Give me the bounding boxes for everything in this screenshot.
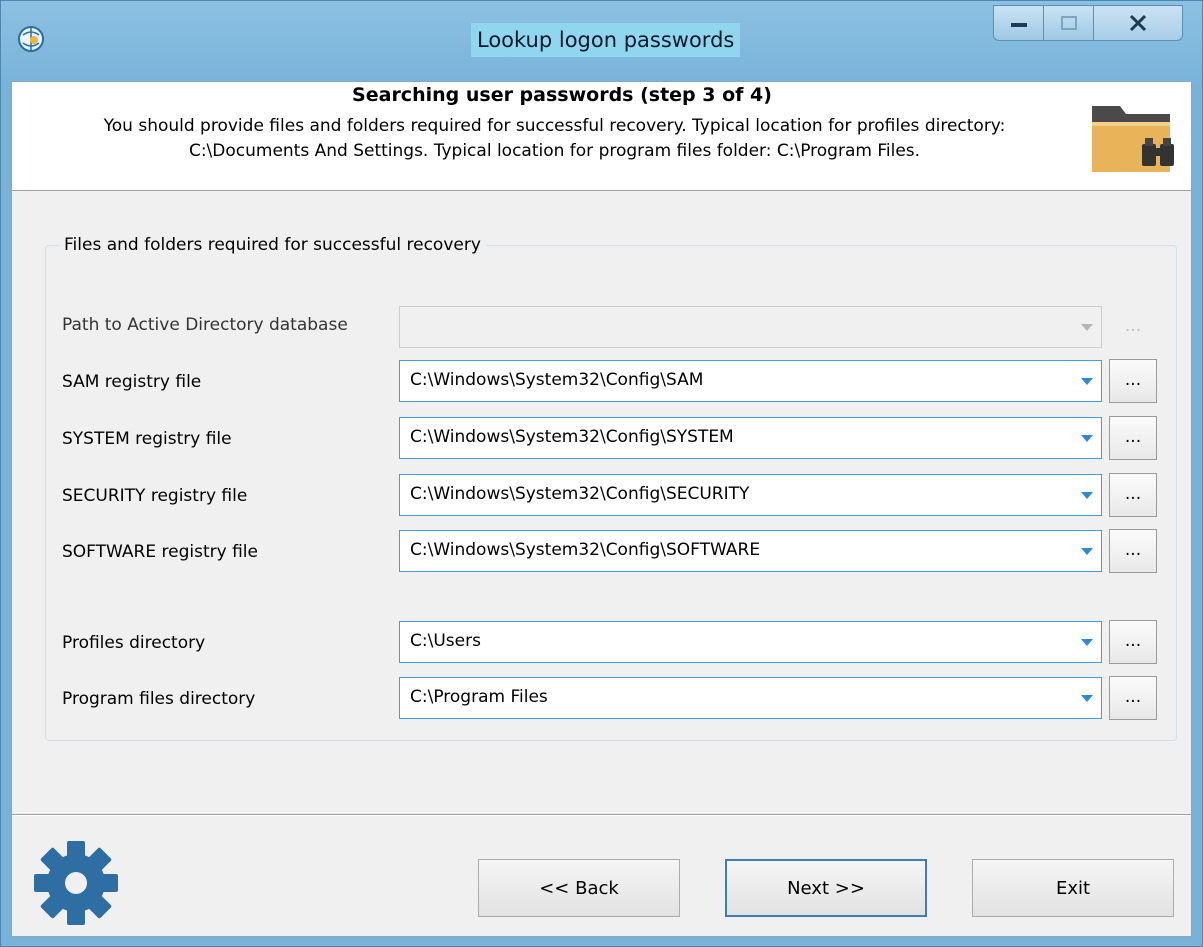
next-button-label: Next >> (787, 877, 865, 899)
security-file-value: C:\Windows\System32\Config\SECURITY (410, 484, 750, 504)
step-description: You should provide files and folders req… (32, 114, 1077, 164)
chevron-down-icon[interactable] (1081, 435, 1093, 442)
profiles-directory-combo[interactable]: C:\Users (399, 621, 1102, 663)
folder-binoculars-icon (1092, 106, 1174, 172)
wizard-header: Searching user passwords (step 3 of 4) Y… (12, 82, 1191, 191)
ad-database-combo (399, 306, 1102, 348)
profiles-directory-value: C:\Users (410, 631, 481, 651)
sam-file-browse-button[interactable]: ... (1109, 359, 1157, 403)
chevron-down-icon[interactable] (1081, 378, 1093, 385)
chevron-down-icon[interactable] (1081, 548, 1093, 555)
security-file-combo[interactable]: C:\Windows\System32\Config\SECURITY (399, 474, 1102, 516)
security-file-browse-button[interactable]: ... (1109, 473, 1157, 517)
footer-divider (12, 814, 1191, 816)
chevron-down-icon (1081, 324, 1093, 331)
security-file-label: SECURITY registry file (62, 486, 248, 506)
program-files-combo[interactable]: C:\Program Files (399, 677, 1102, 719)
program-files-label: Program files directory (62, 689, 256, 709)
ad-database-browse-button: ... (1124, 316, 1142, 336)
sam-file-label: SAM registry file (62, 372, 202, 392)
exit-button-label: Exit (1055, 877, 1091, 899)
title-bar[interactable]: Lookup logon passwords (1, 1, 1202, 81)
chevron-down-icon[interactable] (1081, 639, 1093, 646)
chevron-down-icon[interactable] (1081, 695, 1093, 702)
back-button[interactable]: << Back (478, 859, 680, 917)
minimize-icon (1011, 23, 1027, 27)
description-line-2: C:\Documents And Settings. Typical locat… (188, 141, 921, 161)
software-file-combo[interactable]: C:\Windows\System32\Config\SOFTWARE (399, 530, 1102, 572)
software-file-label: SOFTWARE registry file (62, 542, 258, 562)
group-title: Files and folders required for successfu… (59, 235, 486, 255)
sam-file-value: C:\Windows\System32\Config\SAM (410, 370, 704, 390)
wizard-window: Lookup logon passwords Searching user pa… (0, 0, 1203, 947)
maximize-button[interactable] (1043, 5, 1095, 41)
system-file-value: C:\Windows\System32\Config\SYSTEM (410, 427, 734, 447)
app-globe-icon (18, 26, 44, 52)
step-title: Searching user passwords (step 3 of 4) (352, 84, 772, 106)
window-title: Lookup logon passwords (471, 23, 741, 57)
system-file-combo[interactable]: C:\Windows\System32\Config\SYSTEM (399, 417, 1102, 459)
profiles-directory-label: Profiles directory (62, 633, 206, 653)
system-file-browse-button[interactable]: ... (1109, 416, 1157, 460)
back-button-label: << Back (539, 877, 619, 899)
software-file-value: C:\Windows\System32\Config\SOFTWARE (410, 540, 761, 560)
description-line-1: You should provide files and folders req… (103, 116, 1006, 136)
program-files-value: C:\Program Files (410, 687, 548, 707)
software-file-browse-button[interactable]: ... (1109, 529, 1157, 573)
profiles-directory-browse-button[interactable]: ... (1109, 620, 1157, 664)
close-button[interactable] (1093, 5, 1183, 41)
next-button[interactable]: Next >> (725, 859, 927, 917)
window-controls (993, 5, 1188, 43)
sam-file-combo[interactable]: C:\Windows\System32\Config\SAM (399, 360, 1102, 402)
chevron-down-icon[interactable] (1081, 492, 1093, 499)
maximize-icon (1061, 16, 1077, 30)
close-icon (1129, 14, 1147, 32)
exit-button[interactable]: Exit (972, 859, 1174, 917)
minimize-button[interactable] (993, 5, 1045, 41)
gear-icon (34, 841, 118, 925)
system-file-label: SYSTEM registry file (62, 429, 232, 449)
wizard-client-area: Searching user passwords (step 3 of 4) Y… (11, 81, 1192, 937)
program-files-browse-button[interactable]: ... (1109, 676, 1157, 720)
ad-database-label: Path to Active Directory database (62, 315, 348, 335)
